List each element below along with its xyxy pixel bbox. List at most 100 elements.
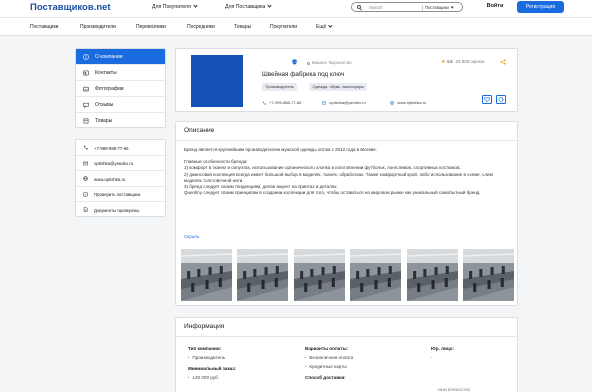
mail-icon	[83, 161, 88, 165]
payment-value: Безналичная оплата	[305, 355, 353, 360]
side-phone[interactable]: +7-999-888-77-66	[76, 140, 165, 156]
company-name: Швейная фабрика под ключ	[262, 71, 345, 78]
site-logo[interactable]: Поставщиков.net	[30, 2, 111, 13]
info-column-legal: Юр. лицо: -	[431, 346, 454, 364]
description-intro: Бренд является крупнейшим производителем…	[184, 147, 377, 152]
menu-item-reviews[interactable]: Отзывы	[76, 97, 165, 113]
feature-item: Quentiny следует своим принципам в созда…	[184, 190, 481, 196]
side-contacts: +7-999-888-77-66 optishka@yandex.ru www.…	[75, 139, 166, 217]
search-separator	[422, 4, 423, 11]
rating-value: 4.6	[446, 59, 453, 64]
nav-item-buyers[interactable]: Покупатели	[270, 24, 297, 30]
company-phone[interactable]: +7-999-888-77-66	[262, 100, 301, 105]
photo-icon	[83, 86, 89, 92]
nav-item-manufacturers[interactable]: Производители	[80, 24, 116, 30]
location-text: Бишкек, Кыргызстан	[312, 60, 352, 65]
chevron-down-icon	[328, 23, 332, 28]
menu-item-contacts[interactable]: Контакты	[76, 65, 165, 81]
info-section: Информация Тип компании: Производитель М…	[175, 317, 518, 392]
company-email[interactable]: optishka@yandex.ru	[322, 100, 366, 105]
search-category-label: Поставщики	[425, 5, 449, 11]
register-button[interactable]: Регистрация	[517, 1, 564, 13]
for-suppliers-dropdown[interactable]: Для Поставщика	[225, 3, 273, 10]
for-buyers-dropdown[interactable]: Для Покупателя	[152, 3, 198, 10]
side-email-label: optishka@yandex.ru	[94, 161, 134, 166]
section-menu: О компании Контакты Фотографии Отзывы То…	[75, 48, 166, 128]
gallery-photo[interactable]	[293, 249, 345, 301]
nav-item-suppliers[interactable]: Поставщики	[30, 24, 58, 30]
nav-item-carriers[interactable]: Перевозчики	[136, 24, 166, 30]
nav-item-more[interactable]: Ещё	[316, 23, 332, 30]
search-category-select[interactable]: Поставщики	[425, 5, 454, 11]
location-pin-icon	[307, 61, 310, 65]
nav-item-intermediaries[interactable]: Посредники	[187, 24, 215, 30]
compare-button[interactable]	[496, 95, 506, 104]
menu-item-label: Фотографии	[95, 86, 124, 92]
menu-item-photos[interactable]: Фотографии	[76, 81, 165, 97]
section-divider	[176, 139, 517, 141]
info-title: Информация	[184, 323, 225, 330]
compare-icon	[498, 97, 504, 102]
check-icon	[83, 191, 88, 197]
section-divider	[176, 335, 517, 337]
tag-manufacturer[interactable]: Производитель	[262, 83, 298, 91]
min-order-label: Минимальный заказ:	[188, 366, 237, 371]
heart-icon	[484, 97, 490, 103]
nav-more-label: Ещё	[316, 24, 327, 30]
inn-text: ИНН 6700012742	[438, 387, 471, 392]
info-icon	[83, 54, 89, 60]
check-supplier-link[interactable]: Проверить поставщика	[76, 187, 165, 202]
favorite-button[interactable]	[482, 95, 492, 104]
menu-item-goods[interactable]: Товары	[76, 113, 165, 127]
search-input[interactable]: Search	[369, 5, 382, 10]
side-website-label: www.optishka.ru	[94, 176, 126, 182]
globe-icon	[390, 100, 394, 105]
menu-item-label: О компании	[95, 54, 123, 60]
company-location: Бишкек, Кыргызстан	[307, 60, 352, 65]
search-icon[interactable]	[357, 5, 361, 10]
side-email[interactable]: optishka@yandex.ru	[76, 156, 165, 171]
company-email-text: optishka@yandex.ru	[329, 100, 366, 105]
legal-value: -	[431, 355, 433, 360]
nav-item-goods[interactable]: Товары	[234, 24, 251, 30]
menu-item-label: Контакты	[95, 70, 117, 76]
company-website-text: www.optishka.ru	[397, 100, 427, 105]
company-rating[interactable]: ★4.6 23 808 оценок	[441, 59, 484, 65]
photo-gallery	[181, 249, 514, 301]
side-phone-label: +7-999-888-77-66	[94, 145, 129, 151]
gallery-photo[interactable]	[181, 249, 232, 301]
info-column-payment: Варианты оплаты: Безналичная оплата Кред…	[305, 346, 353, 384]
search-bar[interactable]: Search Поставщики	[351, 2, 463, 12]
company-phone-text: +7-999-888-77-66	[269, 100, 302, 105]
tag-category[interactable]: Одежда, обувь, аксессуары	[309, 83, 368, 91]
menu-item-about[interactable]: О компании	[76, 49, 165, 65]
company-logo	[191, 55, 243, 107]
share-icon[interactable]	[500, 59, 506, 65]
min-order-value: 120 000 руб.	[188, 375, 236, 380]
gallery-photo[interactable]	[463, 249, 514, 301]
info-column-company: Тип компании: Производитель Минимальный …	[188, 346, 236, 384]
chevron-down-icon	[193, 3, 198, 8]
documents-verified-label: Документы проверены	[94, 207, 140, 213]
reviews-icon	[83, 102, 89, 108]
description-title: Описание	[184, 127, 215, 134]
legal-label: Юр. лицо:	[431, 346, 454, 351]
company-card: Бишкек, Кыргызстан Швейная фабрика под к…	[175, 48, 518, 112]
chevron-down-icon	[450, 5, 454, 9]
gallery-photo[interactable]	[350, 249, 402, 301]
side-website[interactable]: www.optishka.ru	[76, 171, 165, 187]
payment-value: Кредитные карты	[305, 364, 353, 369]
delivery-label: Способ доставки:	[305, 375, 346, 380]
login-button[interactable]: Войти	[480, 3, 510, 9]
document-icon	[83, 207, 88, 212]
phone-icon	[262, 101, 266, 105]
star-icon: ★	[441, 59, 446, 65]
feature-item: 2) джинсовая коллекция всегда имеет боль…	[184, 171, 493, 183]
company-website[interactable]: www.optishka.ru	[390, 100, 426, 105]
gallery-photo[interactable]	[406, 249, 458, 301]
for-buyers-label: Для Покупателя	[152, 4, 191, 10]
hide-description-link[interactable]: Скрыть	[184, 234, 199, 239]
check-supplier-label: Проверить поставщика	[94, 192, 141, 197]
documents-verified: Документы проверены	[76, 202, 165, 216]
gallery-photo[interactable]	[237, 249, 289, 301]
